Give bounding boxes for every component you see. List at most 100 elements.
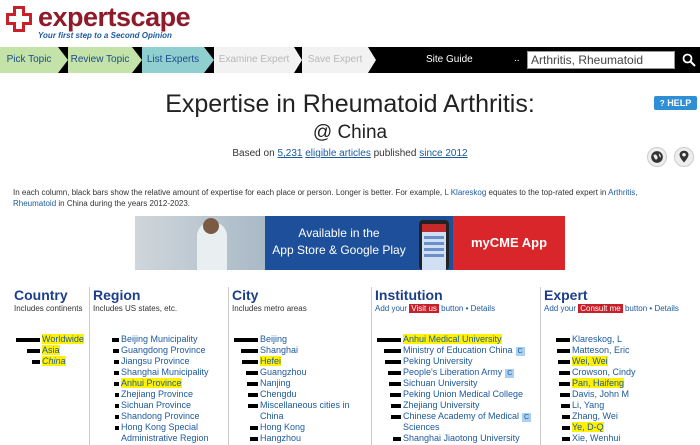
expert-list-item[interactable]: Klareskog, L — [544, 334, 700, 345]
eligible-articles-link[interactable]: eligible articles — [305, 148, 371, 159]
institution-list-item[interactable]: People's Liberation Army C — [375, 367, 537, 378]
search-input[interactable] — [527, 51, 675, 69]
region-item-label[interactable]: Jiangsu Province — [121, 356, 190, 367]
expert-item-label[interactable]: Zhang, Wei — [572, 411, 618, 422]
institution-item-label[interactable]: Peking Union Medical College — [403, 389, 523, 400]
city-list-item[interactable]: Hangzhou — [232, 433, 368, 444]
region-list-item[interactable]: Hong Kong Special Administrative Region — [93, 422, 225, 444]
country-list-item[interactable]: Worldwide — [14, 334, 86, 345]
expert-list-item[interactable]: Crowson, Cindy — [544, 367, 700, 378]
expert-item-label[interactable]: Li, Yang — [572, 400, 604, 411]
city-item-label[interactable]: Nanjing — [260, 378, 291, 389]
region-list-item[interactable]: Jiangsu Province — [93, 356, 225, 367]
visit-us-tag[interactable]: Visit us — [409, 304, 439, 313]
region-list-item[interactable]: Sichuan Province — [93, 400, 225, 411]
city-item-label[interactable]: Hangzhou — [260, 433, 301, 444]
site-guide-link[interactable]: Site Guide — [426, 47, 473, 73]
expert-list-item[interactable]: Li, Yang — [544, 400, 700, 411]
institution-list-item[interactable]: Ministry of Education China C — [375, 345, 537, 356]
mycme-app-banner[interactable]: Available in the App Store & Google Play… — [135, 216, 565, 270]
institution-item-label[interactable]: People's Liberation Army C — [403, 367, 515, 378]
institution-list-item[interactable]: Peking Union Medical College — [375, 389, 537, 400]
expertscape-logo-icon[interactable] — [4, 4, 34, 34]
institution-item-label[interactable]: Anhui Medical University — [403, 334, 502, 345]
expert-list-item[interactable]: Matteson, Eric — [544, 345, 700, 356]
expert-item-label[interactable]: Ye, D-Q — [572, 422, 604, 433]
expert-list-item[interactable]: Pan, Haifeng — [544, 378, 700, 389]
since-year-link[interactable]: since 2012 — [419, 148, 467, 159]
region-list-item[interactable]: Shandong Province — [93, 411, 225, 422]
search-icon[interactable] — [682, 53, 696, 67]
region-item-label[interactable]: Anhui Province — [121, 378, 182, 389]
institution-item-label[interactable]: Chinese Academy of Medical C Sciences — [403, 411, 532, 433]
institution-list-item[interactable]: Anhui Medical University — [375, 334, 537, 345]
expert-item-label[interactable]: Davis, John M — [572, 389, 629, 400]
city-item-label[interactable]: Guangzhou — [260, 367, 307, 378]
institution-list-item[interactable]: Sichuan University — [375, 378, 537, 389]
city-item-label[interactable]: Hefei — [260, 356, 282, 367]
city-item-label[interactable]: Shanghai — [260, 345, 298, 356]
country-item-label[interactable]: China — [42, 356, 66, 367]
example-expert-link[interactable]: L Klareskog — [444, 188, 486, 197]
help-button[interactable]: ? HELP — [654, 96, 697, 110]
step-list-experts[interactable]: List Experts — [142, 47, 204, 73]
institution-list-item[interactable]: Chinese Academy of Medical C Sciences — [375, 411, 537, 433]
region-list-item[interactable]: Zhejiang Province — [93, 389, 225, 400]
expert-list-item[interactable]: Ye, D-Q — [544, 422, 700, 433]
region-item-label[interactable]: Hong Kong Special Administrative Region — [121, 422, 209, 444]
city-list-item[interactable]: Hong Kong — [232, 422, 368, 433]
region-list-item[interactable]: Guangdong Province — [93, 345, 225, 356]
expert-list-item[interactable]: Zhang, Wei — [544, 411, 700, 422]
expert-item-label[interactable]: Crowson, Cindy — [572, 367, 636, 378]
country-list-item[interactable]: Asia — [14, 345, 86, 356]
institution-item-label[interactable]: Zhejiang University — [403, 400, 480, 411]
globe-button[interactable] — [647, 147, 667, 167]
city-list-item[interactable]: Beijing — [232, 334, 368, 345]
c-badge-icon[interactable]: C — [505, 369, 515, 378]
expert-item-label[interactable]: Matteson, Eric — [572, 345, 630, 356]
institution-list-item[interactable]: Peking University — [375, 356, 537, 367]
institution-list-item[interactable]: Shanghai Jiaotong University — [375, 433, 537, 444]
city-item-label[interactable]: Hong Kong — [260, 422, 305, 433]
city-list-item[interactable]: Hefei — [232, 356, 368, 367]
institution-item-label[interactable]: Peking University — [403, 356, 473, 367]
institution-item-label[interactable]: Ministry of Education China C — [403, 345, 525, 356]
institution-item-label[interactable]: Sichuan University — [403, 378, 478, 389]
region-item-label[interactable]: Zhejiang Province — [121, 389, 193, 400]
expert-list-item[interactable]: Wei, Wei — [544, 356, 700, 367]
region-item-label[interactable]: Shanghai Municipality — [121, 367, 209, 378]
region-list-item[interactable]: Beijing Municipality — [93, 334, 225, 345]
country-item-label[interactable]: Worldwide — [42, 334, 84, 345]
step-review-topic[interactable]: Review Topic — [68, 47, 132, 73]
expert-list-item[interactable]: Davis, John M — [544, 389, 700, 400]
consult-me-tag[interactable]: Consult me — [578, 304, 623, 313]
institution-details-link[interactable]: Details — [471, 304, 495, 313]
city-list-item[interactable]: Guangzhou — [232, 367, 368, 378]
city-item-label[interactable]: Chengdu — [260, 389, 297, 400]
expert-details-link[interactable]: Details — [654, 304, 678, 313]
region-item-label[interactable]: Sichuan Province — [121, 400, 191, 411]
country-item-label[interactable]: Asia — [42, 345, 60, 356]
region-item-label[interactable]: Guangdong Province — [121, 345, 206, 356]
article-count-link[interactable]: 5,231 — [277, 148, 302, 159]
region-item-label[interactable]: Beijing Municipality — [121, 334, 198, 345]
city-item-label[interactable]: Miscellaneous cities in China — [260, 400, 350, 422]
region-item-label[interactable]: Shandong Province — [121, 411, 200, 422]
topic-link-1[interactable]: Arthritis, — [608, 188, 637, 197]
region-list-item[interactable]: Anhui Province — [93, 378, 225, 389]
expert-item-label[interactable]: Klareskog, L — [572, 334, 622, 345]
expert-list-item[interactable]: Xie, Wenhui — [544, 433, 700, 444]
expert-item-label[interactable]: Wei, Wei — [572, 356, 608, 367]
topic-link-2[interactable]: Rheumatoid — [13, 199, 56, 208]
institution-list-item[interactable]: Zhejiang University — [375, 400, 537, 411]
expert-item-label[interactable]: Pan, Haifeng — [572, 378, 625, 389]
city-item-label[interactable]: Beijing — [260, 334, 287, 345]
logo-text[interactable]: expertscape — [38, 2, 191, 33]
search-type-dots[interactable]: .. — [514, 47, 520, 71]
city-list-item[interactable]: Miscellaneous cities in China — [232, 400, 368, 422]
city-list-item[interactable]: Nanjing — [232, 378, 368, 389]
c-badge-icon[interactable]: C — [515, 347, 525, 356]
expert-item-label[interactable]: Xie, Wenhui — [572, 433, 620, 444]
institution-item-label[interactable]: Shanghai Jiaotong University — [403, 433, 520, 444]
region-list-item[interactable]: Shanghai Municipality — [93, 367, 225, 378]
